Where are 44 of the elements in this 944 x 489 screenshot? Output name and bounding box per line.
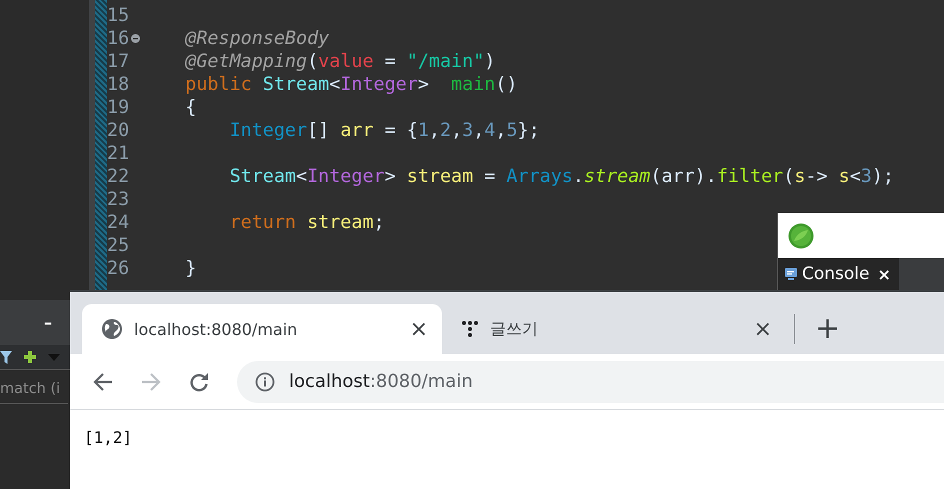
line-number: 23 [107, 188, 130, 211]
fold-icon[interactable] [131, 34, 140, 43]
new-tab-button[interactable]: + [815, 314, 840, 344]
dots-icon [462, 320, 478, 338]
tab-title: localhost:8080/main [134, 320, 298, 338]
close-button[interactable]: × [878, 264, 891, 284]
plus-icon[interactable] [24, 351, 36, 363]
line-number: 21 [107, 142, 130, 165]
line-number: 16 [107, 27, 130, 50]
line-number: 17 [107, 50, 130, 73]
code-line: Integer[] arr = {1,2,3,4,5}; [228, 120, 540, 141]
code-line: } [184, 258, 196, 279]
back-icon[interactable] [93, 372, 113, 390]
line-number: 22 [107, 165, 130, 188]
line-number: 19 [107, 96, 130, 119]
page-text: [1,2] [84, 428, 132, 447]
monitor-icon [784, 267, 798, 281]
leaf-logo-icon [788, 222, 814, 248]
info-icon[interactable] [255, 372, 275, 392]
line-number: 15 [107, 4, 130, 27]
browser-tab[interactable]: localhost:8080/main × [82, 304, 442, 354]
close-button[interactable]: × [410, 316, 428, 342]
code-line: @ResponseBody [184, 28, 330, 49]
code-line: return stream; [228, 212, 385, 233]
console-tab[interactable]: Console × [778, 258, 899, 290]
code-line: @GetMapping(value = "/main") [184, 51, 496, 72]
code-line: Stream<Integer> stream = Arrays.stream(arr).filter(s-> s<3); [228, 166, 894, 187]
close-button[interactable]: × [754, 316, 772, 342]
line-number: 20 [107, 119, 130, 142]
line-number: 25 [107, 234, 130, 257]
minimize-button[interactable]: – [44, 313, 52, 332]
line-number: 24 [107, 211, 130, 234]
url-text: localhost:8080/main [289, 371, 473, 392]
filter-icon[interactable] [0, 350, 12, 364]
code-line: { [184, 97, 196, 118]
tab-title: 글쓰기 [490, 318, 539, 340]
line-number: 18 [107, 73, 130, 96]
browser-tab[interactable]: 글쓰기 × [442, 304, 786, 354]
tab-label: Console [802, 264, 870, 284]
address-bar[interactable]: localhost:8080/main [237, 360, 944, 402]
line-number: 26 [107, 257, 130, 280]
reload-icon[interactable] [189, 372, 209, 392]
code-line: public Stream<Integer> main() [184, 74, 518, 95]
globe-icon [102, 319, 122, 339]
